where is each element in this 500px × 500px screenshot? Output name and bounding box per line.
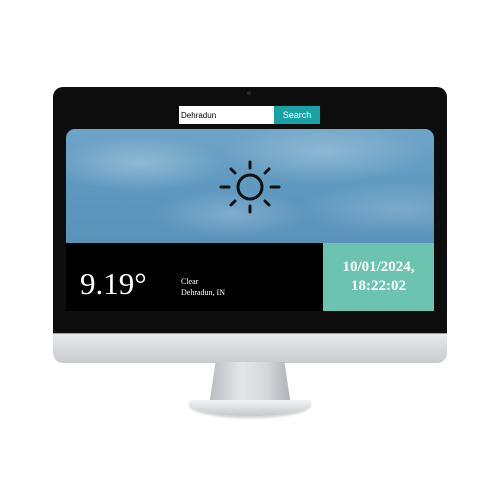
camera-dot — [247, 91, 251, 95]
temperature-value: 9.19° — [80, 266, 147, 301]
weather-info-panel: 9.19° Clear Dehradun, IN — [66, 243, 323, 311]
monitor-stand-base — [189, 400, 311, 416]
monitor-chin — [53, 333, 447, 363]
city-search-input[interactable] — [179, 106, 274, 124]
datetime-panel: 10/01/2024, 18:22:02 — [323, 243, 434, 311]
sun-icon — [219, 160, 281, 214]
date-text: 10/01/2024, — [342, 259, 415, 275]
location-label: Dehradun, IN — [181, 288, 225, 297]
search-bar: Search — [179, 106, 320, 124]
weather-condition: Clear — [181, 277, 199, 286]
weather-image-panel — [66, 129, 434, 243]
time-text: 18:22:02 — [351, 278, 406, 294]
search-button[interactable]: Search — [274, 106, 320, 124]
